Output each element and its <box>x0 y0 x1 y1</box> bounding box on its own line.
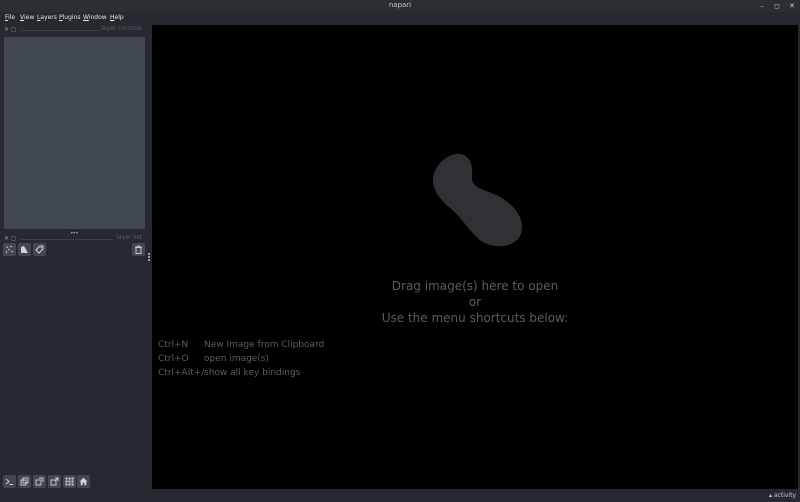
ndisplay-button[interactable] <box>18 475 31 488</box>
console-icon <box>5 478 13 485</box>
menu-help[interactable]: Help <box>110 12 124 24</box>
float-dock-icon[interactable]: ◻ <box>11 235 16 242</box>
close-dock-icon[interactable]: ✕ <box>4 235 9 242</box>
shortcut-description: open image(s) <box>204 354 270 364</box>
viewer-canvas[interactable]: Drag image(s) here to open or Use the me… <box>152 25 798 489</box>
close-button[interactable]: ✕ <box>786 0 798 12</box>
new-shapes-icon <box>21 246 28 253</box>
shortcut-description: New Image from Clipboard <box>204 340 325 350</box>
drag-hint-line2: or <box>468 295 482 309</box>
new-labels-button[interactable] <box>33 243 46 256</box>
roll-dims-button[interactable] <box>33 475 46 488</box>
ndisplay-icon <box>20 477 29 486</box>
grid-icon <box>65 477 74 486</box>
home-button[interactable] <box>77 475 90 488</box>
drag-hint-line1: Drag image(s) here to open <box>391 279 559 293</box>
menu-window[interactable]: Window <box>83 12 107 24</box>
header-rule <box>21 239 113 240</box>
shortcut-description: show all key bindings <box>204 368 301 378</box>
console-button[interactable] <box>3 475 16 488</box>
napari-logo-icon <box>432 153 522 247</box>
shortcut-key: Ctrl+O <box>158 354 189 364</box>
menu-view[interactable]: View <box>20 12 34 24</box>
header-rule <box>21 30 101 31</box>
minimize-button[interactable]: – <box>756 0 768 12</box>
delete-layer-button[interactable] <box>132 243 145 256</box>
new-labels-icon <box>35 245 44 254</box>
menu-bar: File View Layers Plugins Window Help <box>0 12 800 24</box>
shortcut-key: Ctrl+N <box>158 340 189 350</box>
float-dock-icon[interactable]: ◻ <box>11 26 16 33</box>
new-shapes-button[interactable] <box>18 243 31 256</box>
home-icon <box>79 477 88 486</box>
title-bar: napari – ◻ ✕ <box>0 0 800 12</box>
layer-controls-header: ✕ ◻ layer controls <box>4 25 147 34</box>
dock-resize-handle[interactable] <box>148 253 150 263</box>
activity-button[interactable]: ▴ activity <box>769 492 796 499</box>
grid-view-button[interactable] <box>63 475 76 488</box>
maximize-button[interactable]: ◻ <box>771 0 783 12</box>
new-points-button[interactable] <box>3 243 16 256</box>
window-title: napari <box>388 1 412 9</box>
transpose-button[interactable] <box>48 475 61 488</box>
layer-controls-panel <box>4 37 145 229</box>
status-bar: ▴ activity <box>0 490 800 502</box>
menu-layers[interactable]: Layers <box>37 12 57 24</box>
roll-icon <box>35 477 44 486</box>
menu-file[interactable]: File <box>5 12 15 24</box>
menu-plugins[interactable]: Plugins <box>59 12 81 24</box>
drag-hint-line3: Use the menu shortcuts below: <box>381 311 569 325</box>
layer-list-label: layer list <box>116 234 142 241</box>
transpose-icon <box>50 477 59 486</box>
layer-controls-label: layer controls <box>101 25 142 32</box>
close-dock-icon[interactable]: ✕ <box>4 26 9 33</box>
shortcut-key: Ctrl+Alt+/ <box>158 368 205 378</box>
trash-icon <box>135 245 142 254</box>
layer-list-header: ✕ ◻ layer list <box>4 234 147 243</box>
new-points-icon <box>5 245 13 253</box>
